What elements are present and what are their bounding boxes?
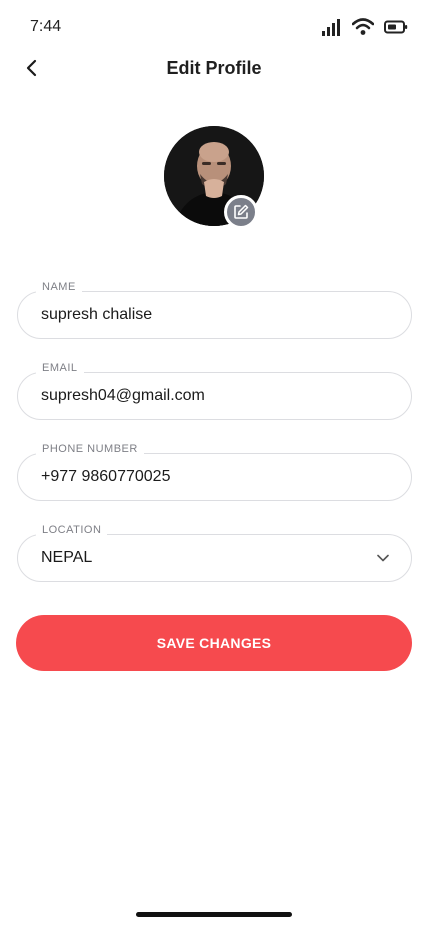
header: Edit Profile [0, 46, 428, 90]
name-label: NAME [36, 281, 82, 293]
save-changes-button[interactable]: SAVE CHANGES [16, 615, 412, 671]
email-field: EMAIL [17, 362, 412, 420]
edit-avatar-button[interactable] [224, 195, 258, 229]
phone-input[interactable] [41, 468, 361, 486]
phone-field: PHONE NUMBER [17, 443, 412, 501]
location-select-value[interactable]: NEPAL [41, 549, 361, 567]
chevron-down-icon[interactable] [376, 551, 390, 565]
name-input[interactable] [41, 306, 361, 324]
edit-icon [234, 204, 249, 219]
name-field: NAME [17, 281, 412, 339]
status-icons [322, 18, 408, 36]
signal-icon [322, 19, 340, 36]
location-field[interactable]: LOCATION NEPAL [17, 524, 412, 582]
avatar-container [164, 126, 264, 229]
home-indicator [136, 912, 292, 917]
wifi-icon [352, 18, 374, 35]
page-title: Edit Profile [166, 58, 262, 78]
status-time: 7:44 [30, 18, 62, 35]
location-label: LOCATION [36, 524, 108, 536]
phone-label: PHONE NUMBER [36, 443, 144, 455]
email-input[interactable] [41, 387, 361, 405]
battery-icon [384, 20, 408, 34]
email-label: EMAIL [36, 362, 84, 374]
